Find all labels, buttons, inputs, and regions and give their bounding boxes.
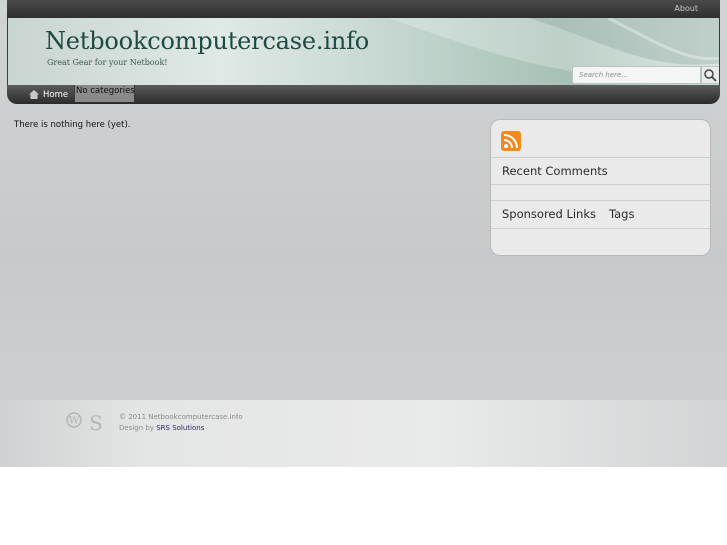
sponsored-links-title: Sponsored Links [502, 207, 596, 221]
search-icon [704, 69, 717, 82]
design-prefix: Design by [119, 424, 154, 432]
rss-icon[interactable] [501, 131, 521, 151]
sidebar-bottom [491, 228, 710, 255]
home-icon [29, 90, 39, 99]
site-tagline: Great Gear for your Netbook! [47, 58, 168, 67]
recent-comments-widget: Recent Comments [491, 157, 710, 184]
nav-item-label: Home [43, 89, 69, 100]
page: About Netbookcomputercase.info Great Gea… [0, 0, 727, 467]
design-credit: Design by SRS Solutions [119, 423, 243, 434]
about-link[interactable]: About [674, 4, 698, 13]
site-title[interactable]: Netbookcomputercase.info [45, 27, 369, 55]
nav-bar: Home No categories [7, 85, 720, 104]
footer-copyright: © 2011 Netbookcomputercase.info Design b… [119, 412, 243, 434]
main-message: There is nothing here (yet). [14, 120, 131, 130]
svg-text:S: S [89, 412, 103, 434]
recent-comments-body [491, 184, 710, 200]
wordpress-icon[interactable]: W [66, 412, 82, 428]
site-header: Netbookcomputercase.info Great Gear for … [7, 18, 720, 85]
sidebar: Recent Comments Sponsored Links Tags [490, 119, 711, 256]
sponsored-tags-widget: Sponsored Links Tags [491, 200, 710, 228]
svg-text:W: W [69, 416, 80, 427]
footer-icons: W S [66, 412, 104, 434]
design-link[interactable]: SRS Solutions [156, 424, 204, 432]
copyright-text: © 2011 Netbookcomputercase.info [119, 413, 243, 421]
nav-item-no-categories[interactable]: No categories [74, 85, 135, 102]
tags-title: Tags [609, 207, 635, 221]
srs-logo-icon[interactable]: S [88, 412, 104, 434]
top-bar: About [7, 0, 720, 18]
nav-item-label: No categories [76, 86, 135, 96]
footer: W S © 2011 Netbookcomputercase.info Desi… [0, 400, 727, 467]
search-button[interactable] [701, 66, 719, 84]
nav-item-home[interactable]: Home [29, 88, 68, 101]
search-input[interactable] [572, 66, 701, 84]
search-form [572, 66, 719, 84]
recent-comments-title: Recent Comments [502, 164, 608, 178]
